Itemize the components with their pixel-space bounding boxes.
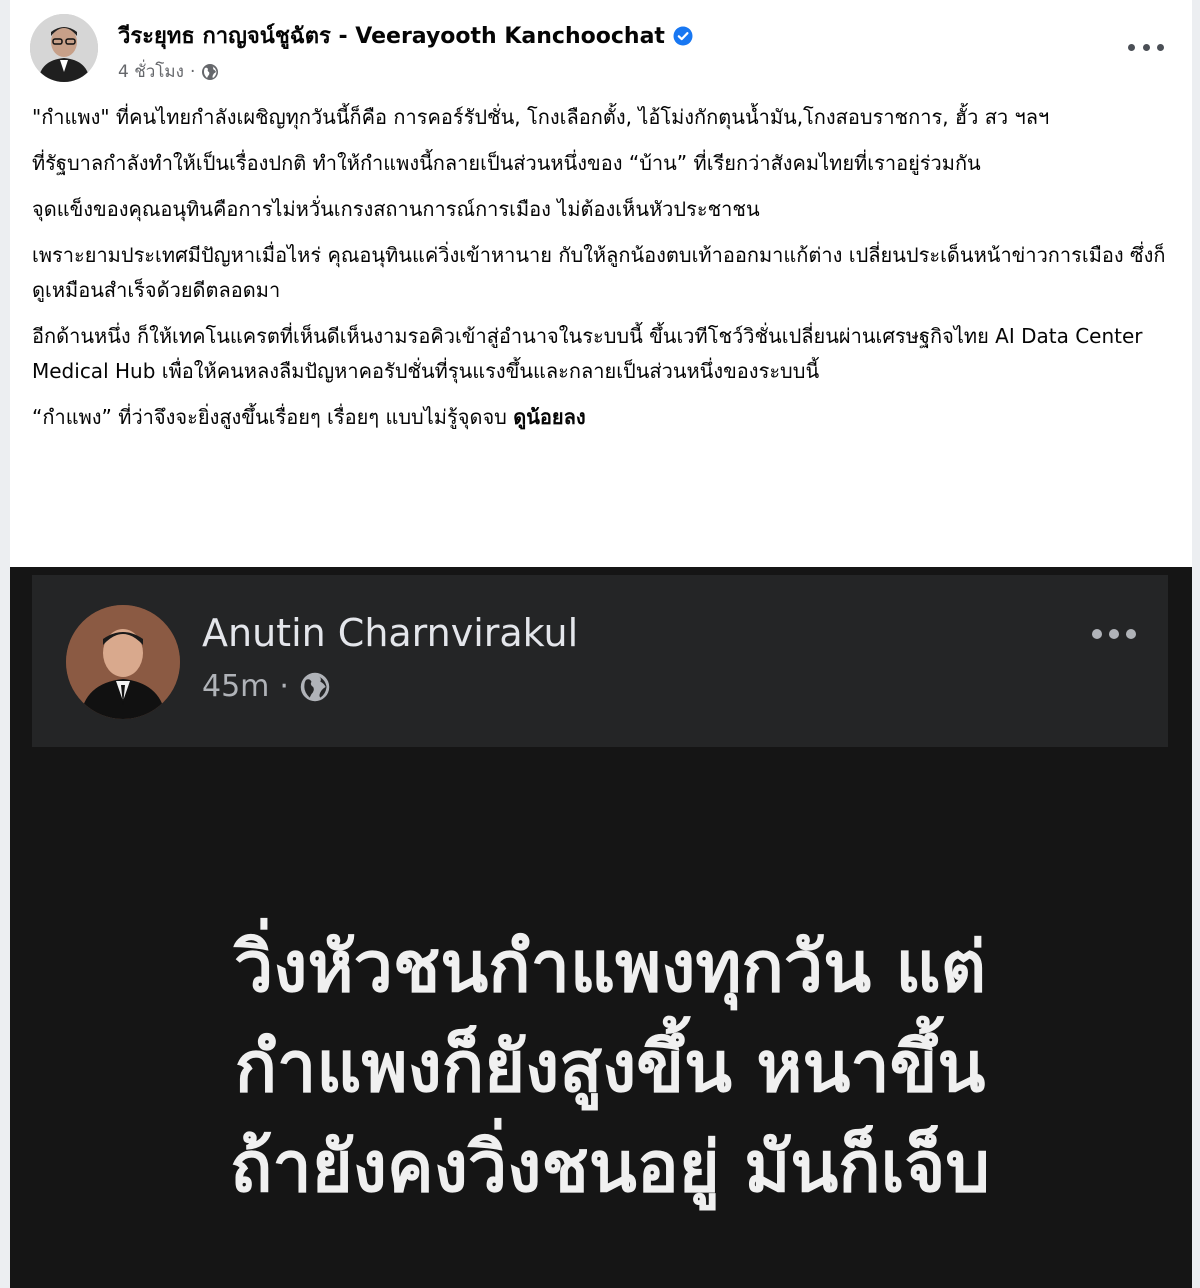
more-dot xyxy=(1157,43,1164,51)
verified-badge-icon xyxy=(673,26,693,45)
see-less-link[interactable]: ดูน้อยลง xyxy=(513,405,585,429)
embedded-more-dot xyxy=(1092,629,1102,639)
embedded-quote: วิ่งหัวชนกำแพงทุกวัน แต่ กำแพงก็ยังสูงขึ… xyxy=(110,917,1110,1217)
post-paragraph: "กำแพง" ที่คนไทยกำลังเผชิญทุกวันนี้ก็คือ… xyxy=(32,105,1050,129)
post-paragraph: เพราะยามประเทศมีปัญหาเมื่อไหร่ คุณอนุทิน… xyxy=(32,243,1166,302)
embedded-avatar-portrait xyxy=(66,605,180,719)
embedded-post-header: Anutin Charnvirakul 45m · xyxy=(32,575,1168,747)
post-paragraph: จุดแข็งของคุณอนุทินคือการไม่หวั่นเกรงสถา… xyxy=(32,197,760,221)
embedded-more-dot xyxy=(1109,629,1119,639)
post-body: "กำแพง" ที่คนไทยกำลังเผชิญทุกวันนี้ก็คือ… xyxy=(32,100,1172,446)
embedded-post-meta: 45m · xyxy=(202,669,331,704)
embedded-post-time: 45m xyxy=(202,669,270,704)
quote-line: วิ่งหัวชนกำแพงทุกวัน แต่ xyxy=(233,926,987,1008)
embedded-meta-separator: · xyxy=(279,669,289,704)
post-header: วีระยุทธ กาญจน์ชูฉัตร - Veerayooth Kanch… xyxy=(30,14,1172,88)
post-card: วีระยุทธ กาญจน์ชูฉัตร - Veerayooth Kanch… xyxy=(10,0,1192,1288)
avatar[interactable] xyxy=(30,14,98,82)
embedded-more-icon xyxy=(1092,627,1136,641)
meta-separator: · xyxy=(189,61,196,82)
post-paragraph-text: “กำแพง” ที่ว่าจึงจะยิ่งสูงขึ้นเรื่อยๆ เร… xyxy=(32,405,514,429)
embedded-image[interactable]: Anutin Charnvirakul 45m · วิ่งหัวชนกำแพง… xyxy=(10,567,1192,1288)
post-meta: 4 ชั่วโมง · xyxy=(118,58,219,85)
embedded-globe-icon xyxy=(300,672,330,701)
more-options-icon[interactable] xyxy=(1128,40,1164,54)
embedded-author-name: Anutin Charnvirakul xyxy=(202,611,579,655)
post-paragraph: อีกด้านหนึ่ง ก็ให้เทคโนแครตที่เห็นดีเห็น… xyxy=(32,324,1143,383)
embedded-more-dot xyxy=(1126,629,1136,639)
embedded-avatar xyxy=(66,605,180,719)
avatar-portrait xyxy=(30,14,98,82)
author-row: วีระยุทธ กาญจน์ชูฉัตร - Veerayooth Kanch… xyxy=(118,18,693,53)
more-dot xyxy=(1128,43,1135,51)
quote-line: ถ้ายังคงวิ่งชนอยู่ มันก็เจ็บ xyxy=(230,1126,990,1208)
globe-icon xyxy=(202,63,219,80)
post-time[interactable]: 4 ชั่วโมง xyxy=(118,58,184,85)
post-paragraph-last: “กำแพง” ที่ว่าจึงจะยิ่งสูงขึ้นเรื่อยๆ เร… xyxy=(32,400,1172,435)
author-name[interactable]: วีระยุทธ กาญจน์ชูฉัตร - Veerayooth Kanch… xyxy=(118,18,665,53)
quote-line: กำแพงก็ยังสูงขึ้น หนาขึ้น xyxy=(234,1026,986,1108)
more-dot xyxy=(1142,43,1150,51)
post-paragraph: ที่รัฐบาลกำลังทำให้เป็นเรื่องปกติ ทำให้ก… xyxy=(32,151,981,175)
